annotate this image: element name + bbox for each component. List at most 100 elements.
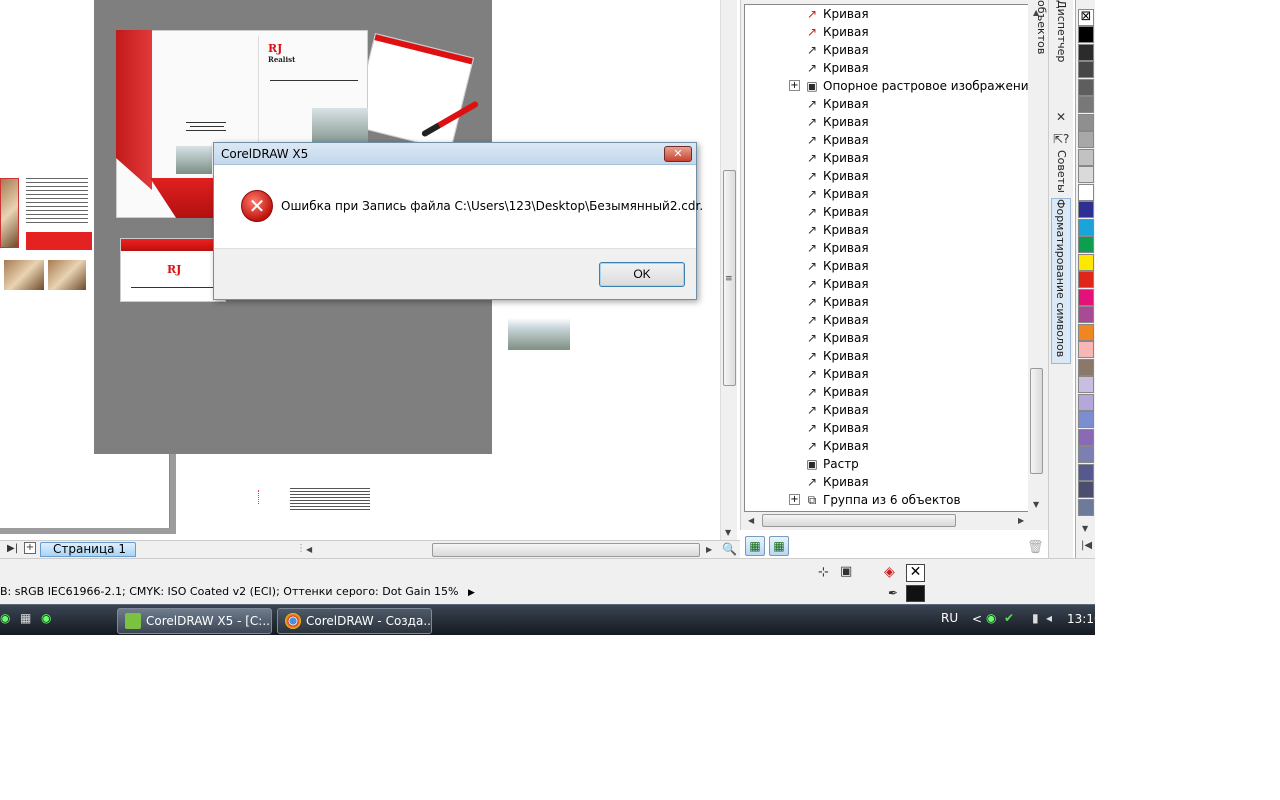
tree-row[interactable]: ↗ Кривая — [805, 347, 869, 365]
tree-row[interactable]: ↗ Кривая — [805, 113, 869, 131]
tab-hints[interactable]: Советы — [1051, 150, 1071, 194]
tree-row[interactable]: ↗ Кривая — [805, 293, 869, 311]
palette-swatch[interactable] — [1078, 78, 1094, 96]
palette-swatch[interactable] — [1078, 463, 1094, 481]
tree-row[interactable]: ↗ Кривая — [805, 473, 869, 491]
tree-row[interactable]: ⧉ Группа из 6 объектов — [805, 491, 961, 509]
palette-swatch[interactable] — [1078, 411, 1094, 428]
dialog-title-bar[interactable]: CorelDRAW X5 ✕ — [214, 143, 696, 165]
tree-row[interactable]: ↗ Кривая — [805, 329, 869, 347]
zoom-icon[interactable]: 🔍 — [722, 542, 737, 556]
palette-swatch[interactable] — [1078, 148, 1094, 166]
palette-swatch[interactable] — [1078, 26, 1094, 43]
tree-row[interactable]: ↗ Кривая — [805, 203, 869, 221]
dialog-close-button[interactable]: ✕ — [664, 146, 692, 162]
tree-row[interactable]: ↗ Кривая — [805, 239, 869, 257]
taskbar-button-browser[interactable]: CorelDRAW - Созда... — [277, 608, 432, 634]
object-tree-hscroll-thumb[interactable] — [762, 514, 956, 527]
palette-swatch[interactable] — [1078, 253, 1094, 271]
tree-row[interactable]: ↗ Кривая — [805, 221, 869, 239]
artwork-logo[interactable]: RJ Realist — [268, 43, 295, 65]
artwork-building-image[interactable] — [508, 318, 570, 350]
next-page-icon[interactable]: ▶| — [7, 543, 18, 554]
tree-row[interactable]: ↗ Кривая — [805, 437, 869, 455]
palette-swatch[interactable] — [1078, 446, 1094, 463]
scroll-down-arrow-icon[interactable]: ▼ — [725, 528, 731, 537]
scroll-left-arrow-icon[interactable]: ◀ — [748, 516, 754, 525]
tree-row[interactable]: ▣ Опорное растровое изображение — [805, 77, 1029, 95]
artwork-business-card[interactable]: RJ — [120, 238, 226, 302]
object-tree-vscroll[interactable]: ▲ ▼ — [1028, 4, 1045, 512]
power-icon[interactable]: ▮ — [1032, 611, 1039, 625]
tree-row[interactable]: ↗ Кривая — [805, 401, 869, 419]
object-tree[interactable]: ↗ Кривая ↗ Кривая ↗ Кривая ↗ Кривая + ▣ Опорное ра… — [744, 4, 1030, 512]
tree-expander-icon[interactable]: + — [789, 494, 800, 505]
palette-swatch[interactable] — [1078, 271, 1094, 288]
artwork-building[interactable] — [176, 146, 212, 174]
outline-color-swatch[interactable] — [906, 585, 925, 602]
palette-expand-icon[interactable]: |◀ — [1081, 540, 1092, 551]
palette-swatch[interactable] — [1078, 358, 1094, 376]
tab-object-manager[interactable]: Диспетчер объектов — [1035, 0, 1071, 108]
palette-swatch[interactable] — [1078, 376, 1094, 393]
tab-character-formatting[interactable]: Форматирование символов — [1051, 198, 1071, 364]
tree-row[interactable]: ↗ Кривая — [805, 23, 869, 41]
tree-row[interactable]: ↗ Кривая — [805, 257, 869, 275]
tree-row[interactable]: ↗ Кривая — [805, 41, 869, 59]
palette-swatch[interactable] — [1078, 481, 1094, 498]
view-icon[interactable]: ▣ — [840, 564, 852, 579]
quicklaunch-icon[interactable]: ◉ — [0, 611, 10, 625]
object-tree-hscroll[interactable]: ◀ ▶ — [744, 512, 1030, 529]
close-icon[interactable]: ✕ — [1056, 110, 1066, 124]
artwork-red-band[interactable] — [26, 232, 92, 250]
palette-scroll-down-icon[interactable]: ▼ — [1082, 524, 1088, 533]
artwork-text-block[interactable] — [290, 488, 370, 510]
tree-row[interactable]: ▣ Растр — [805, 455, 858, 473]
palette-swatch[interactable] — [1078, 166, 1094, 183]
page-tab-1[interactable]: Страница 1 — [40, 542, 136, 557]
object-tree-vscroll-thumb[interactable] — [1030, 368, 1043, 474]
palette-swatch[interactable] — [1078, 43, 1094, 61]
palette-swatch[interactable] — [1078, 218, 1094, 236]
palette-swatch[interactable] — [1078, 236, 1094, 253]
delete-icon[interactable]: 🗑 — [1027, 540, 1044, 555]
tree-expander-icon[interactable]: + — [789, 80, 800, 91]
fill-icon[interactable]: ◈ — [884, 564, 895, 580]
snap-icon[interactable]: ⊹ — [818, 565, 829, 580]
scroll-left-arrow-icon[interactable]: ◀ — [306, 545, 312, 554]
add-page-icon[interactable]: + — [24, 542, 36, 554]
tree-row[interactable]: ↗ Кривая — [805, 311, 869, 329]
fill-none-swatch[interactable]: ✕ — [906, 564, 925, 582]
tree-row[interactable]: ↗ Кривая — [805, 185, 869, 203]
palette-swatch[interactable] — [1078, 61, 1094, 78]
tree-row[interactable]: ↗ Кривая — [805, 167, 869, 185]
expand-arrow-icon[interactable]: ▶ — [468, 588, 475, 598]
calculator-icon[interactable]: ▦ — [20, 611, 31, 625]
outline-pen-icon[interactable]: ✒ — [888, 586, 898, 600]
tree-row[interactable]: ↗ Кривая — [805, 275, 869, 293]
artwork-photo[interactable] — [0, 178, 19, 248]
palette-swatch[interactable] — [1078, 201, 1094, 218]
no-color-swatch[interactable]: ⊠ — [1078, 9, 1094, 26]
show-hidden-icons-icon[interactable]: < — [972, 612, 982, 626]
palette-swatch[interactable] — [1078, 393, 1094, 411]
new-layer-icon[interactable]: ▦ — [745, 536, 765, 556]
tree-row[interactable]: ↗ Кривая — [805, 419, 869, 437]
palette-swatch[interactable] — [1078, 131, 1094, 148]
tree-row[interactable]: ↗ Кривая — [805, 95, 869, 113]
volume-icon[interactable]: ◂ — [1046, 611, 1052, 625]
language-indicator[interactable]: RU — [941, 611, 958, 625]
color-profile-text[interactable]: B: sRGB IEC61966-2.1; CMYK: ISO Coated v… — [0, 585, 475, 598]
ok-button[interactable]: OK — [599, 262, 685, 287]
canvas-hscroll-thumb[interactable] — [432, 543, 700, 557]
palette-swatch[interactable] — [1078, 113, 1094, 131]
tray-app-icon[interactable]: ◉ — [986, 611, 996, 625]
tree-row[interactable]: ↗ Кривая — [805, 59, 869, 77]
palette-swatch[interactable] — [1078, 96, 1094, 113]
tree-row[interactable]: ↗ Кривая — [805, 383, 869, 401]
tree-row[interactable]: ↗ Кривая — [805, 365, 869, 383]
palette-swatch[interactable] — [1078, 183, 1094, 201]
palette-swatch[interactable] — [1078, 306, 1094, 323]
palette-swatch[interactable] — [1078, 428, 1094, 446]
artwork-text-block[interactable] — [26, 178, 88, 224]
